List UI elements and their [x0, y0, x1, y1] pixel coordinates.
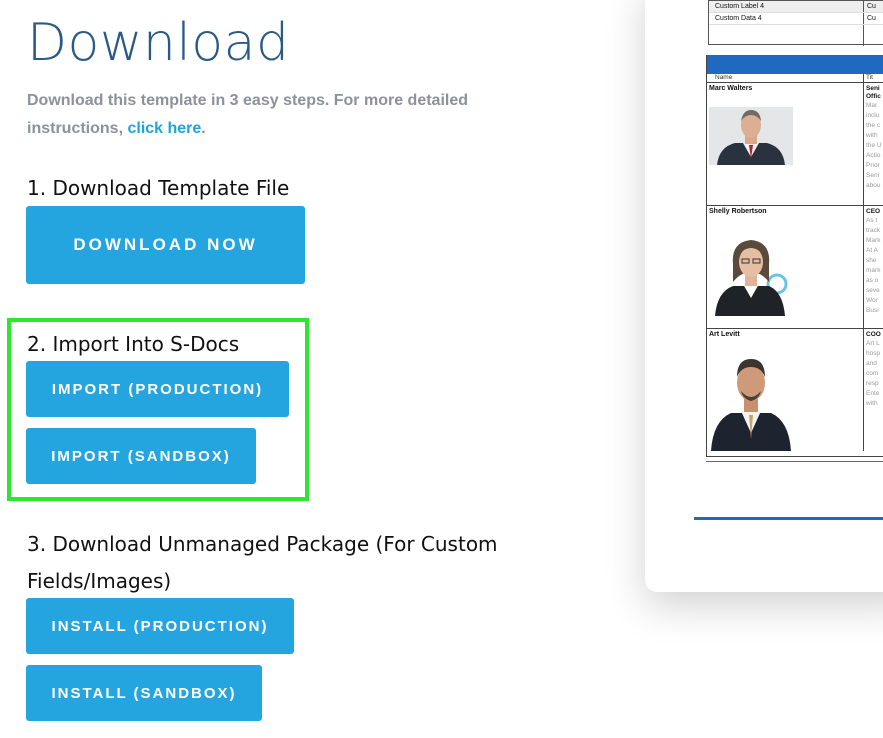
- header-name: Name: [707, 74, 864, 82]
- custom-fields-table: Custom Label 4 Cu Custom Data 4 Cu: [708, 0, 883, 46]
- install-production-button[interactable]: INSTALL (PRODUCTION): [26, 598, 294, 654]
- custom-row: Custom Data 4 Cu: [709, 13, 883, 25]
- intro-text-body: Download this template in 3 easy steps. …: [27, 92, 468, 137]
- custom-value: Cu: [867, 15, 876, 22]
- person-bio: Wor: [866, 297, 878, 304]
- intro-text-end: .: [201, 120, 206, 137]
- person-bio: Seni: [866, 172, 880, 179]
- person-bio: resp: [866, 380, 879, 387]
- person-photo: [709, 107, 793, 165]
- person-bio: hosp: [866, 350, 881, 357]
- person-name: Marc Walters: [709, 85, 753, 92]
- header-title: Tit: [866, 74, 873, 81]
- team-table: Name Tit Marc Walters Seni Offic Mar inc…: [706, 55, 883, 457]
- document-footer-rule: [694, 517, 883, 520]
- team-table-header-bar: [707, 55, 883, 74]
- person-bio: mark: [866, 267, 881, 274]
- download-now-button[interactable]: DOWNLOAD NOW: [26, 206, 305, 284]
- person-photo: [709, 341, 793, 451]
- person-bio: Prior: [866, 162, 880, 169]
- person-name: Art Levitt: [709, 331, 740, 338]
- table-row: Shelly Robertson CEO As t track Mark At …: [707, 206, 883, 329]
- person-bio: with: [866, 132, 878, 139]
- person-bio: as o: [866, 277, 879, 284]
- person-bio: the c: [866, 122, 881, 129]
- person-bio: track: [866, 227, 881, 234]
- person-bio: inclu: [866, 112, 880, 119]
- person-bio: As t: [866, 217, 878, 224]
- person-bio: abou: [866, 182, 881, 189]
- custom-value: Cu: [867, 3, 876, 10]
- person-bio: she: [866, 257, 877, 264]
- table-row: Marc Walters Seni Offic Mar inclu the c …: [707, 83, 883, 206]
- person-title: COO: [866, 331, 881, 338]
- person-title: Offic: [866, 93, 881, 100]
- person-bio: At A: [866, 247, 878, 254]
- instructions-link[interactable]: click here: [127, 120, 201, 137]
- person-photo: [709, 222, 793, 316]
- person-bio: Mar: [866, 102, 878, 109]
- custom-label: Custom Data 4: [709, 13, 864, 24]
- document-divider: [706, 461, 883, 462]
- import-production-button[interactable]: IMPORT (PRODUCTION): [26, 361, 289, 417]
- step-1-label: 1. Download Template File: [27, 176, 290, 200]
- table-row: Art Levitt COO Art L hosp and com resp E…: [707, 329, 883, 451]
- intro-text: Download this template in 3 easy steps. …: [27, 87, 527, 143]
- person-bio: and: [866, 360, 877, 367]
- person-bio: com: [866, 370, 879, 377]
- person-bio: Busi: [866, 307, 879, 314]
- step-2-label: 2. Import Into S-Docs: [27, 332, 240, 356]
- template-preview-card: Custom Label 4 Cu Custom Data 4 Cu Name …: [645, 0, 883, 592]
- person-bio: with: [866, 400, 878, 407]
- custom-row: Custom Label 4 Cu: [709, 1, 883, 13]
- person-name: Shelly Robertson: [709, 208, 767, 215]
- import-sandbox-button[interactable]: IMPORT (SANDBOX): [26, 428, 256, 484]
- person-bio: Actio: [866, 152, 881, 159]
- person-title: CEO: [866, 208, 881, 215]
- person-bio: Mark: [866, 237, 881, 244]
- person-bio: Art L: [866, 340, 880, 347]
- page-title: Download: [27, 13, 290, 73]
- install-sandbox-button[interactable]: INSTALL (SANDBOX): [26, 665, 262, 721]
- custom-label: Custom Label 4: [709, 1, 864, 12]
- person-title: Seni: [866, 85, 880, 92]
- person-bio: Ente: [866, 390, 880, 397]
- team-table-header: Name Tit: [707, 74, 883, 83]
- person-bio: the U: [866, 142, 882, 149]
- step-3-label: 3. Download Unmanaged Package (For Custo…: [27, 532, 498, 593]
- person-bio: seve: [866, 287, 880, 294]
